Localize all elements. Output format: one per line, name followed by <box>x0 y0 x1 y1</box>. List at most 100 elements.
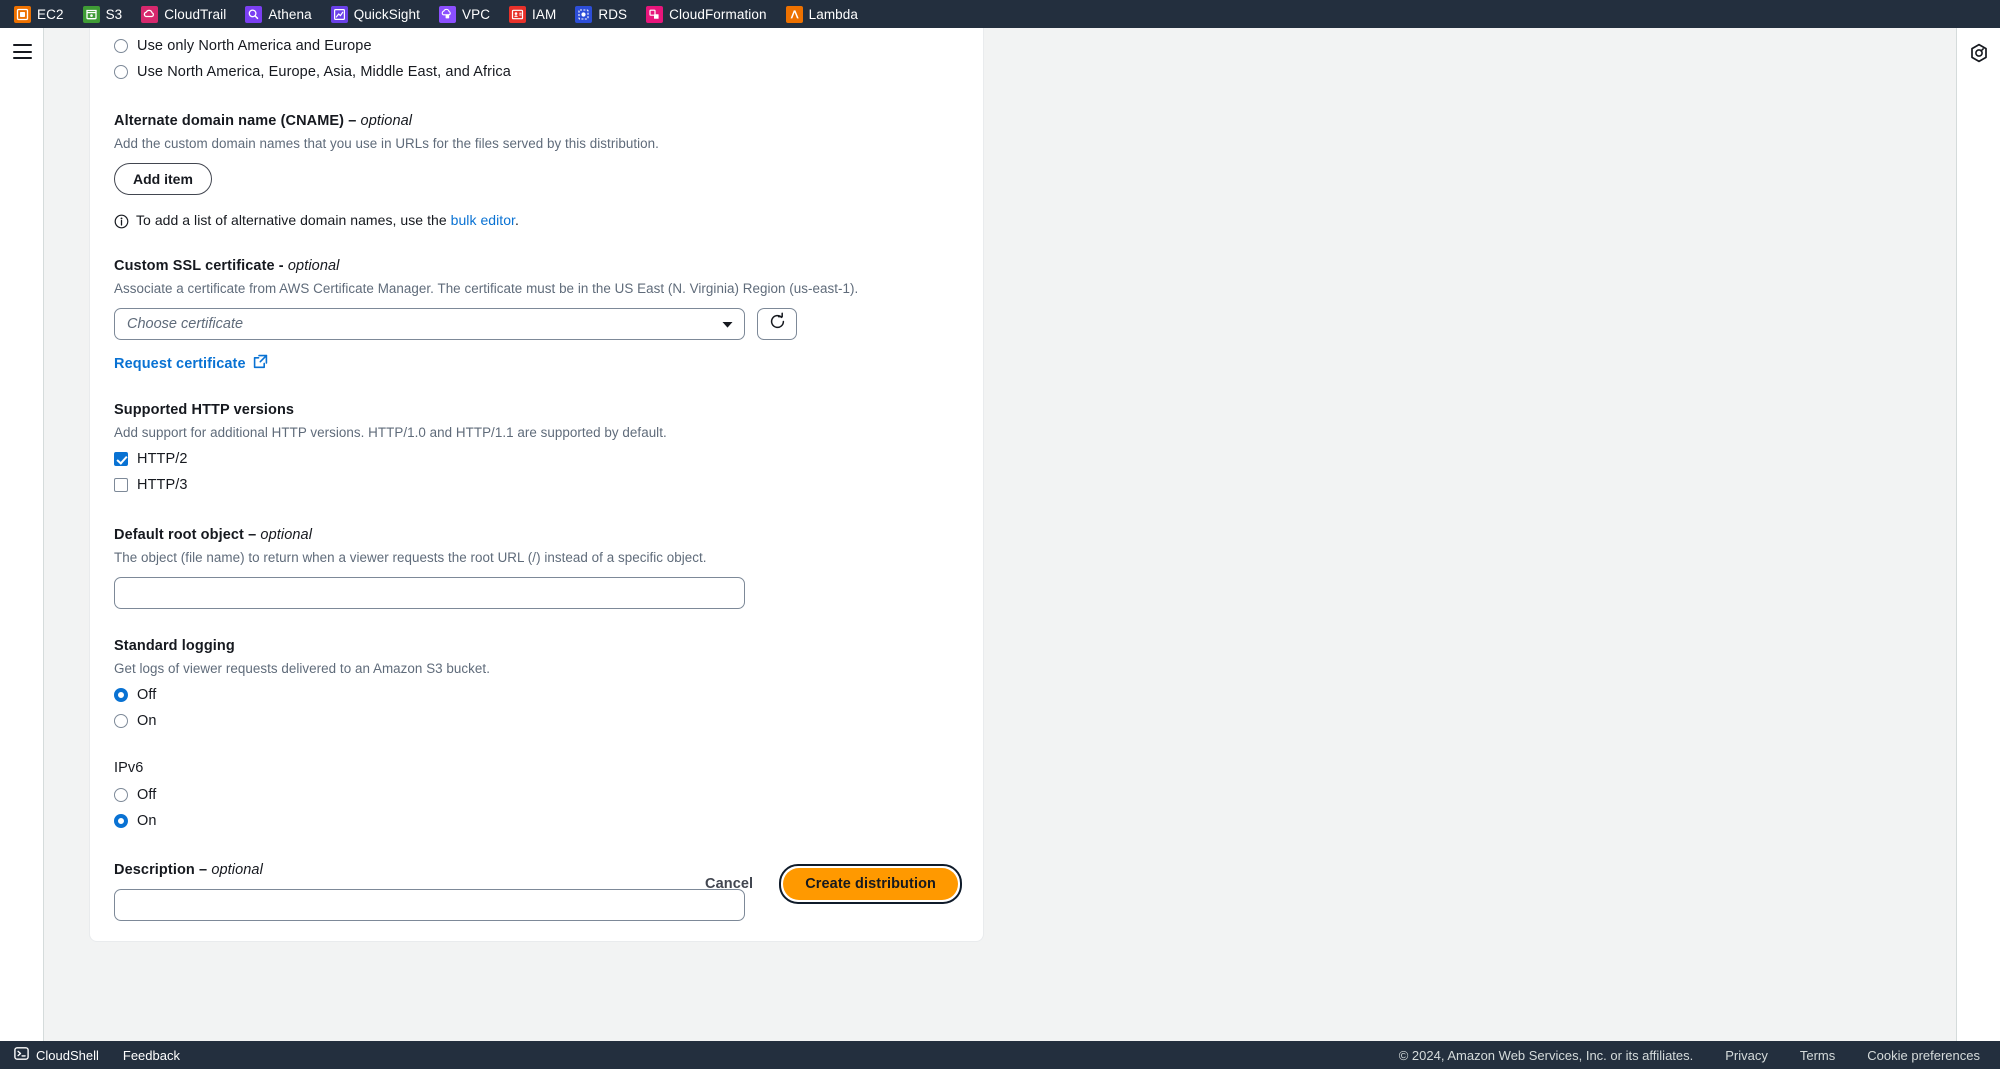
service-shortcut-iam[interactable]: IAM <box>509 0 567 28</box>
cloudshell-label: CloudShell <box>36 1047 99 1063</box>
service-shortcut-athena[interactable]: Athena <box>245 0 322 28</box>
aws-service-shortcut-bar: EC2 S3 CloudTrail Athena QuickSight VPC <box>0 0 2000 28</box>
bulk-editor-link[interactable]: bulk editor <box>451 212 515 228</box>
checkbox-indicator <box>114 478 128 492</box>
price-class-group: Use only North America and Europe Use No… <box>114 28 959 85</box>
feedback-link[interactable]: Feedback <box>123 1048 180 1063</box>
refresh-certificates-button[interactable] <box>757 308 797 340</box>
checkbox-http2[interactable]: HTTP/2 <box>114 446 959 472</box>
cancel-button[interactable]: Cancel <box>693 870 765 898</box>
terms-link[interactable]: Terms <box>1800 1048 1835 1063</box>
cname-info-row: To add a list of alternative domain name… <box>114 212 959 229</box>
service-shortcut-label: CloudFormation <box>669 6 767 22</box>
service-shortcut-label: IAM <box>532 6 557 22</box>
service-shortcut-s3[interactable]: S3 <box>82 0 134 28</box>
service-shortcut-quicksight[interactable]: QuickSight <box>330 0 431 28</box>
left-navigation-rail <box>0 28 44 1041</box>
footer-right-group: © 2024, Amazon Web Services, Inc. or its… <box>1399 1048 2000 1063</box>
radio-indicator <box>114 39 128 53</box>
service-shortcut-rds[interactable]: RDS <box>575 0 638 28</box>
cloudshell-button[interactable]: CloudShell <box>14 1046 99 1064</box>
cname-label: Alternate domain name (CNAME) – optional <box>114 111 959 131</box>
service-shortcut-cloudtrail[interactable]: CloudTrail <box>141 0 237 28</box>
checkbox-http3[interactable]: HTTP/3 <box>114 472 959 498</box>
refresh-icon <box>768 312 787 336</box>
option-label: On <box>137 713 157 729</box>
standard-logging-group: Standard logging Get logs of viewer requ… <box>114 636 959 734</box>
http-versions-description: Add support for additional HTTP versions… <box>114 425 667 440</box>
cloudtrail-icon <box>141 5 159 23</box>
default-root-object-label: Default root object – optional <box>114 525 959 545</box>
copyright-text: © 2024, Amazon Web Services, Inc. or its… <box>1398 1047 1694 1063</box>
service-shortcut-label: CloudTrail <box>164 6 227 22</box>
service-shortcut-vpc[interactable]: VPC <box>438 0 501 28</box>
default-root-object-optional-tag: optional <box>260 527 313 543</box>
default-root-object-group: Default root object – optional The objec… <box>114 525 959 609</box>
option-label: Use only North America and Europe <box>137 38 372 54</box>
radio-indicator <box>114 788 128 802</box>
create-distribution-button[interactable]: Create distribution <box>783 868 958 900</box>
service-shortcut-cloudformation[interactable]: CloudFormation <box>646 0 777 28</box>
athena-icon <box>245 5 263 23</box>
cookie-preferences-link[interactable]: Cookie preferences <box>1867 1048 1980 1063</box>
ssl-label: Custom SSL certificate - optional <box>114 256 959 276</box>
cloudshell-terminal-icon <box>14 1046 29 1064</box>
ssl-label-text: Custom SSL certificate - <box>114 258 284 274</box>
standard-logging-option-off[interactable]: Off <box>114 682 959 708</box>
hamburger-menu-icon[interactable] <box>13 44 32 59</box>
service-shortcut-label: QuickSight <box>353 6 420 22</box>
request-certificate-label: Request certificate <box>114 355 246 372</box>
service-shortcut-label: Lambda <box>808 6 859 22</box>
service-shortcut-label: VPC <box>461 6 491 22</box>
standard-logging-description: Get logs of viewer requests delivered to… <box>114 661 490 676</box>
option-label: Use North America, Europe, Asia, Middle … <box>137 64 511 80</box>
option-label: Off <box>137 787 157 803</box>
cname-description: Add the custom domain names that you use… <box>114 136 659 151</box>
external-link-icon <box>253 354 268 373</box>
default-root-object-label-text: Default root object – <box>114 527 257 543</box>
cname-optional-tag: optional <box>360 113 413 129</box>
request-certificate-link[interactable]: Request certificate <box>114 354 268 373</box>
price-class-option-na-eu[interactable]: Use only North America and Europe <box>114 33 959 59</box>
service-shortcut-ec2[interactable]: EC2 <box>14 0 75 28</box>
cloudformation-icon <box>646 5 664 23</box>
ssl-select-row: Choose certificate <box>114 308 959 340</box>
ipv6-option-on[interactable]: On <box>114 808 959 834</box>
ipv6-group: IPv6 Off On <box>114 758 959 834</box>
s3-icon <box>82 5 100 23</box>
radio-indicator <box>114 814 128 828</box>
option-label: HTTP/3 <box>137 477 188 493</box>
ipv6-option-off[interactable]: Off <box>114 782 959 808</box>
option-label: HTTP/2 <box>137 451 188 467</box>
service-shortcut-lambda[interactable]: Lambda <box>785 0 869 28</box>
price-class-option-all[interactable]: Use North America, Europe, Asia, Middle … <box>114 59 959 85</box>
chevron-down-icon <box>710 309 744 339</box>
ssl-description: Associate a certificate from AWS Certifi… <box>114 281 859 296</box>
rds-icon <box>575 5 593 23</box>
custom-ssl-certificate-group: Custom SSL certificate - optional Associ… <box>114 256 959 373</box>
supported-http-versions-group: Supported HTTP versions Add support for … <box>114 400 959 498</box>
add-item-button[interactable]: Add item <box>114 163 212 195</box>
footer-left-group: CloudShell Feedback <box>0 1046 180 1064</box>
checkbox-indicator <box>114 452 128 466</box>
certificate-select[interactable]: Choose certificate <box>114 308 745 340</box>
service-shortcut-label: Athena <box>268 6 312 22</box>
alternate-domain-name-group: Alternate domain name (CNAME) – optional… <box>114 111 959 229</box>
ec2-icon <box>14 5 31 23</box>
vpc-icon <box>438 5 456 23</box>
privacy-link[interactable]: Privacy <box>1725 1048 1768 1063</box>
service-shortcut-label: S3 <box>105 6 123 22</box>
service-shortcut-label: RDS <box>598 6 628 22</box>
standard-logging-option-on[interactable]: On <box>114 708 959 734</box>
right-help-rail <box>1956 28 2000 1041</box>
ipv6-label: IPv6 <box>114 760 144 776</box>
cname-info-text: To add a list of alternative domain name… <box>136 212 519 228</box>
option-label: Off <box>137 687 157 703</box>
info-prefix: To add a list of alternative domain name… <box>136 212 451 228</box>
info-suffix: . <box>515 212 519 228</box>
lambda-icon <box>785 5 803 23</box>
service-shortcut-label: EC2 <box>37 6 64 22</box>
standard-logging-label: Standard logging <box>114 638 235 654</box>
cloudfront-panel-icon[interactable] <box>1968 42 1990 64</box>
default-root-object-input[interactable] <box>114 577 745 609</box>
